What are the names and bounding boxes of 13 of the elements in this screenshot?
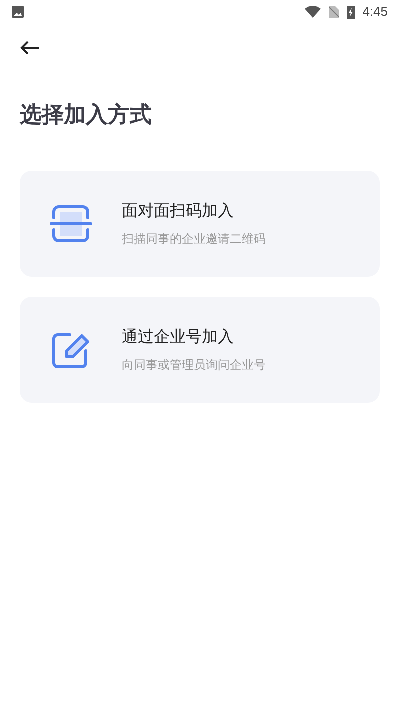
join-option-card[interactable]: 通过企业号加入 向同事或管理员询问企业号 — [20, 297, 380, 403]
option-subtitle: 扫描同事的企业邀请二维码 — [122, 231, 266, 248]
image-icon — [12, 6, 24, 18]
option-subtitle: 向同事或管理员询问企业号 — [122, 357, 266, 374]
battery-icon — [346, 5, 355, 19]
option-title: 面对面扫码加入 — [122, 202, 235, 222]
join-option-card[interactable]: 面对面扫码加入 扫描同事的企业邀请二维码 — [20, 171, 380, 277]
page-title: 选择加入方式 — [19, 101, 153, 129]
scan-icon — [50, 204, 92, 244]
clock-time: 4:45 — [362, 3, 388, 22]
wifi-icon — [304, 6, 321, 18]
no-sim-icon — [328, 6, 339, 18]
option-title: 通过企业号加入 — [122, 328, 235, 348]
